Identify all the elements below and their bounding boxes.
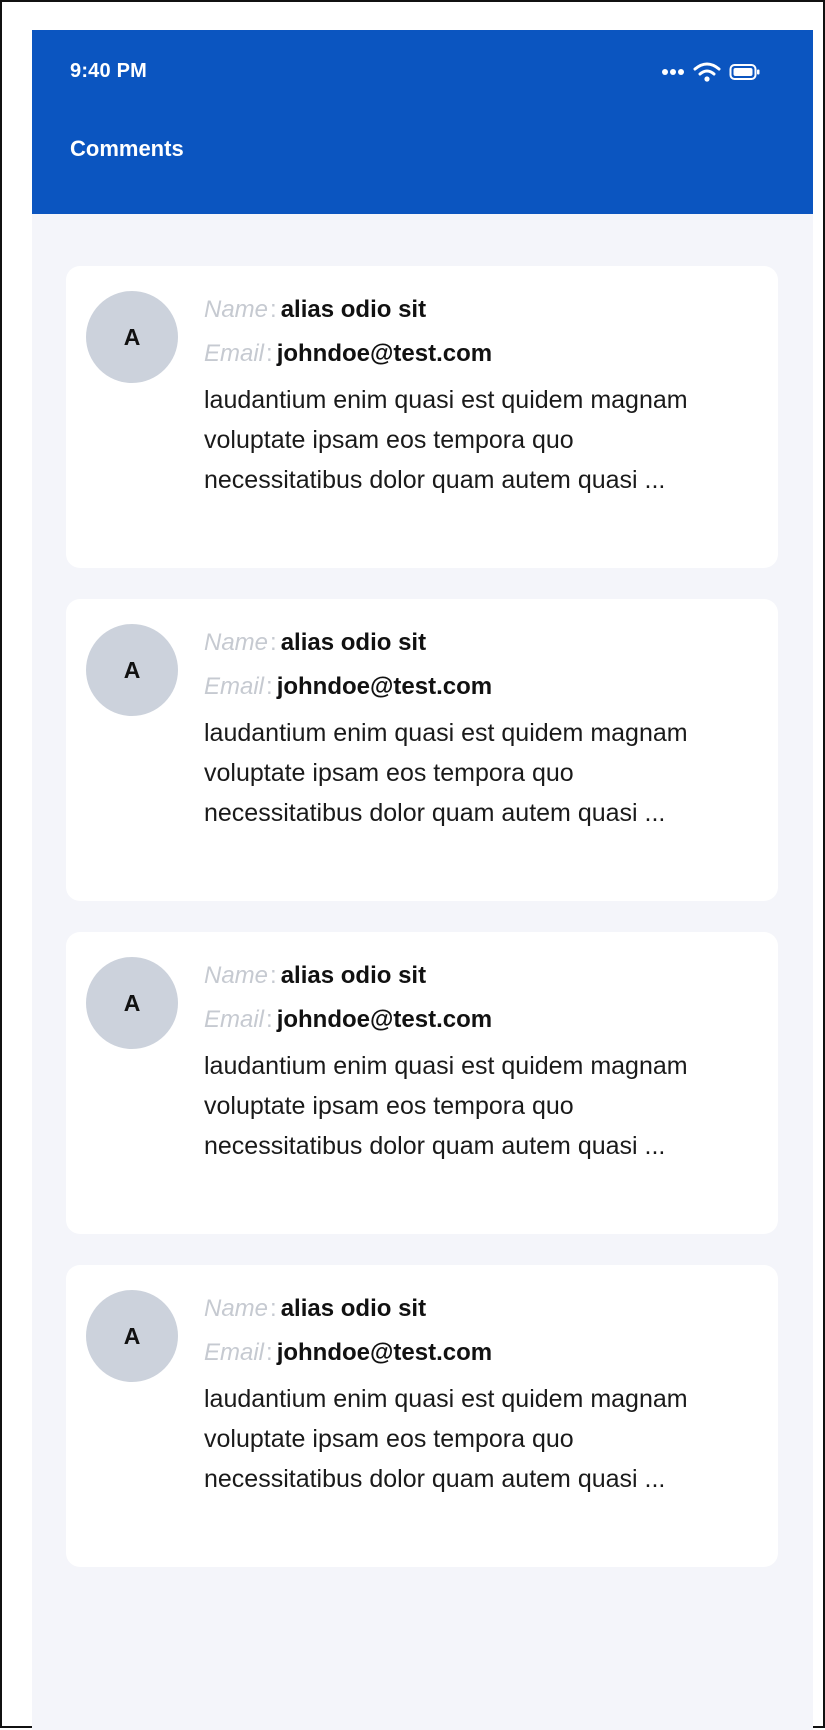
comment-text: laudantium enim quasi est quidem magnam … [204, 386, 688, 494]
name-label: Name [204, 296, 269, 323]
commenter-email: johndoe@test.com [276, 673, 493, 700]
comment-list: A Name: alias odio sit Email: johndoe@test… [66, 266, 778, 1598]
email-row: Email: johndoe@test.com [204, 1331, 758, 1375]
email-label: Email [204, 1006, 265, 1033]
commenter-name: alias odio sit [280, 629, 427, 656]
status-time: 9:40 PM [70, 60, 147, 82]
device-frame: 9:40 PM Comments A Name: alias odio sit … [0, 0, 825, 1730]
comment-body: Name: alias odio sit Email: johndoe@test.c… [204, 954, 758, 1166]
comment-body: Name: alias odio sit Email: johndoe@test.c… [204, 1287, 758, 1499]
app-header: 9:40 PM Comments [32, 30, 813, 214]
name-row: Name: alias odio sit [204, 621, 758, 665]
label-separator: : [266, 340, 273, 367]
more-dots-icon [661, 68, 685, 76]
email-row: Email: johndoe@test.com [204, 665, 758, 709]
label-separator: : [270, 962, 277, 989]
comment-card[interactable]: A Name: alias odio sit Email: johndoe@test… [66, 266, 778, 568]
comment-text: laudantium enim quasi est quidem magnam … [204, 1052, 688, 1160]
name-label: Name [204, 962, 269, 989]
commenter-name: alias odio sit [280, 1295, 427, 1322]
name-label: Name [204, 629, 269, 656]
page-title: Comments [70, 136, 184, 161]
email-row: Email: johndoe@test.com [204, 998, 758, 1042]
email-label: Email [204, 340, 265, 367]
comment-body: Name: alias odio sit Email: johndoe@test.c… [204, 621, 758, 833]
comment-card[interactable]: A Name: alias odio sit Email: johndoe@test… [66, 1265, 778, 1567]
label-separator: : [270, 1295, 277, 1322]
avatar: A [86, 291, 178, 383]
avatar: A [86, 957, 178, 1049]
name-label: Name [204, 1295, 269, 1322]
label-separator: : [270, 629, 277, 656]
commenter-name: alias odio sit [280, 296, 427, 323]
name-row: Name: alias odio sit [204, 954, 758, 998]
avatar: A [86, 1290, 178, 1382]
status-icons [661, 58, 761, 86]
label-separator: : [266, 673, 273, 700]
email-label: Email [204, 1339, 265, 1366]
comment-card[interactable]: A Name: alias odio sit Email: johndoe@test… [66, 599, 778, 901]
name-row: Name: alias odio sit [204, 1287, 758, 1331]
email-row: Email: johndoe@test.com [204, 332, 758, 376]
name-row: Name: alias odio sit [204, 288, 758, 332]
comment-text: laudantium enim quasi est quidem magnam … [204, 719, 688, 827]
commenter-name: alias odio sit [280, 962, 427, 989]
commenter-email: johndoe@test.com [276, 1339, 493, 1366]
battery-icon [729, 63, 761, 81]
phone-screen: 9:40 PM Comments A Name: alias odio sit … [32, 30, 813, 1730]
label-separator: : [266, 1339, 273, 1366]
label-separator: : [266, 1006, 273, 1033]
commenter-email: johndoe@test.com [276, 340, 493, 367]
comment-body: Name: alias odio sit Email: johndoe@test.c… [204, 288, 758, 500]
label-separator: : [270, 296, 277, 323]
email-label: Email [204, 673, 265, 700]
comment-card[interactable]: A Name: alias odio sit Email: johndoe@test… [66, 932, 778, 1234]
comment-text: laudantium enim quasi est quidem magnam … [204, 1385, 688, 1493]
commenter-email: johndoe@test.com [276, 1006, 493, 1033]
avatar: A [86, 624, 178, 716]
wifi-icon [693, 61, 721, 83]
